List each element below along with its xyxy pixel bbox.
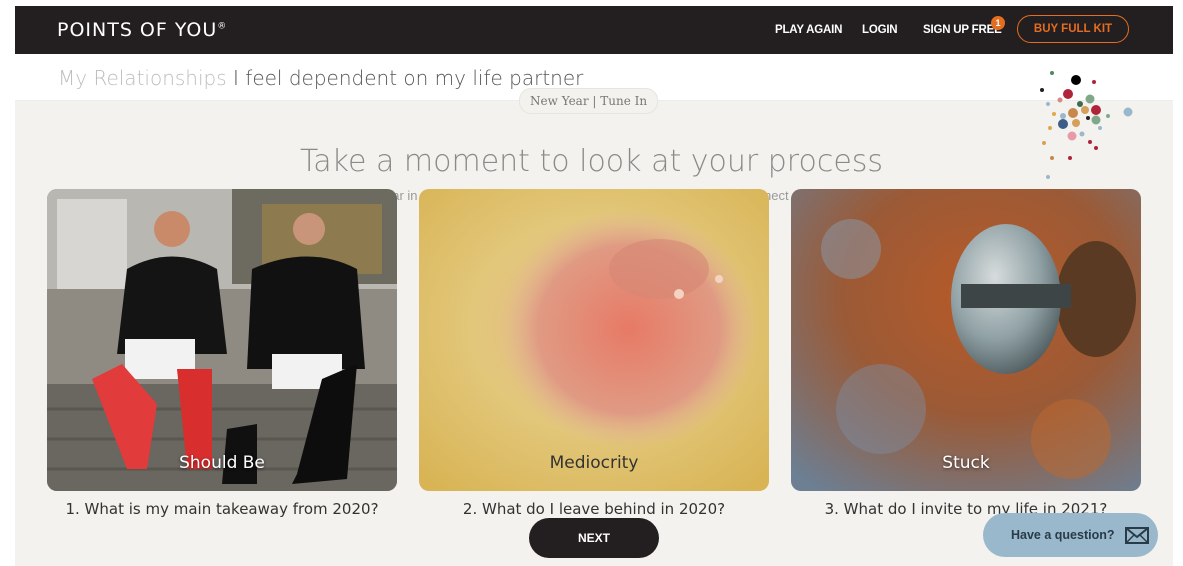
card-should-be[interactable]: Should Be <box>47 189 397 491</box>
card-label: Should Be <box>179 453 265 473</box>
card-image-face-in-water <box>419 189 769 491</box>
breadcrumb-category[interactable]: My Relationships <box>58 66 227 90</box>
signup-link[interactable]: SIGN UP FREE <box>923 6 1002 54</box>
card-mediocrity[interactable]: Mediocrity <box>419 189 769 491</box>
logo[interactable]: POINTS OF YOU® <box>57 19 227 41</box>
envelope-icon <box>1124 526 1149 544</box>
top-navbar: POINTS OF YOU® PLAY AGAIN LOGIN SIGN UP … <box>15 6 1173 54</box>
buy-full-kit-button[interactable]: BUY FULL KIT <box>1017 15 1129 43</box>
play-again-link[interactable]: PLAY AGAIN <box>775 6 842 54</box>
card-label: Stuck <box>942 453 990 473</box>
help-label: Have a question? <box>1011 528 1115 542</box>
session-pill: New Year | Tune In <box>519 88 659 114</box>
card-stuck[interactable]: Stuck <box>791 189 1141 491</box>
question-1: 1. What is my main takeaway from 2020? <box>65 500 379 518</box>
help-chat-button[interactable]: Have a question? <box>983 513 1158 557</box>
page-title: My Relationships I feel dependent on my … <box>58 66 583 90</box>
login-link[interactable]: LOGIN <box>862 6 898 54</box>
logo-registered-mark: ® <box>217 21 228 32</box>
breadcrumb-topic: I feel dependent on my life partner <box>233 66 584 90</box>
section-heading: Take a moment to look at your process <box>299 144 884 179</box>
question-2: 2. What do I leave behind in 2020? <box>462 500 726 518</box>
logo-text: POINTS OF YOU <box>57 19 218 41</box>
next-button[interactable]: NEXT <box>529 518 659 558</box>
card-image-rusty-screw <box>791 189 1141 491</box>
notification-badge: 1 <box>991 16 1005 30</box>
card-label: Mediocrity <box>549 453 639 473</box>
card-image-men-on-steps <box>47 189 397 491</box>
